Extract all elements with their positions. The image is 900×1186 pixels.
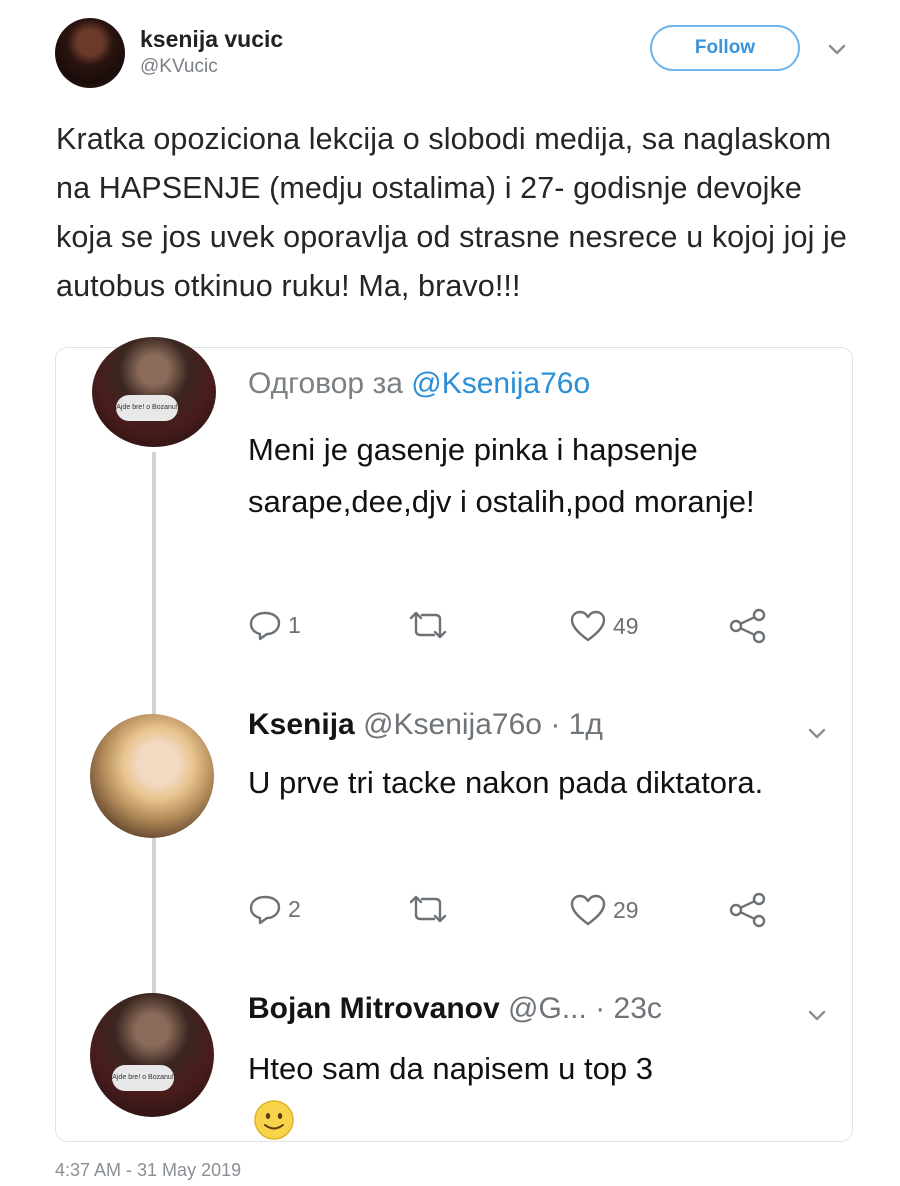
slightly-smiling-face-emoji [254,1100,294,1140]
author-handle[interactable]: @KVucic [140,56,218,78]
chevron-down-icon[interactable] [806,722,828,744]
reply2-time[interactable]: · 1д [550,708,603,741]
like-count: 29 [613,896,639,923]
reply-count: 2 [288,895,301,922]
share-action[interactable] [728,608,768,644]
reply-icon [249,611,281,641]
author-name[interactable]: ksenija vucic [140,26,283,53]
heart-icon [570,894,606,926]
share-icon [729,892,766,928]
like-action[interactable]: 29 [569,893,639,927]
avatar-caption: Ajde bre! o Bozanu! [112,1065,174,1091]
reply-to-prefix: Одговор за [248,367,403,400]
reply-action[interactable]: 1 [248,609,301,641]
reply-to-line: Одговор за @Ksenija76o [248,367,590,401]
share-action[interactable] [728,892,768,928]
author-avatar[interactable] [55,18,125,88]
reply2-name[interactable]: Ksenija [248,708,355,741]
reply3-handle[interactable]: @G... [508,992,587,1025]
retweet-action[interactable] [408,893,448,925]
heart-icon [570,610,606,642]
reply-icon [249,895,281,925]
retweet-icon [409,611,447,639]
reply2-avatar[interactable] [90,714,214,838]
share-icon [729,608,766,644]
reply3-name[interactable]: Bojan Mitrovanov [248,992,500,1025]
tweet-text: Kratka opoziciona lekcija o slobodi medi… [56,122,847,303]
chevron-down-icon[interactable] [806,1004,828,1026]
retweet-icon [409,895,447,923]
reply-to-mention[interactable]: @Ksenija76o [411,367,590,400]
reply1-text: Meni je gasenje pinka i hapsenje sarape,… [248,432,755,519]
like-count: 49 [613,612,639,639]
avatar-caption: Ajde bre! o Bozanu! [116,395,178,421]
reply2-handle[interactable]: @Ksenija76o [363,708,542,741]
tweet-timestamp[interactable]: 4:37 AM - 31 May 2019 [55,1160,241,1181]
reply3-header: Bojan Mitrovanov @G... · 23c [248,992,662,1026]
reply3-avatar[interactable]: Ajde bre! o Bozanu! [90,993,214,1117]
like-action[interactable]: 49 [569,609,639,643]
reply3-time[interactable]: · 23c [595,992,662,1025]
reply-action[interactable]: 2 [248,893,301,925]
reply2-header: Ksenija @Ksenija76o · 1д [248,708,603,742]
reply3-text: Hteo sam da napisem u top 3 [248,1051,653,1086]
reply-count: 1 [288,611,301,638]
chevron-down-icon[interactable] [826,38,848,60]
reply1-avatar[interactable]: Ajde bre! o Bozanu! [92,337,216,447]
follow-button[interactable]: Follow [650,25,800,71]
retweet-action[interactable] [408,609,448,641]
reply2-text: U prve tri tacke nakon pada diktatora. [248,765,764,800]
